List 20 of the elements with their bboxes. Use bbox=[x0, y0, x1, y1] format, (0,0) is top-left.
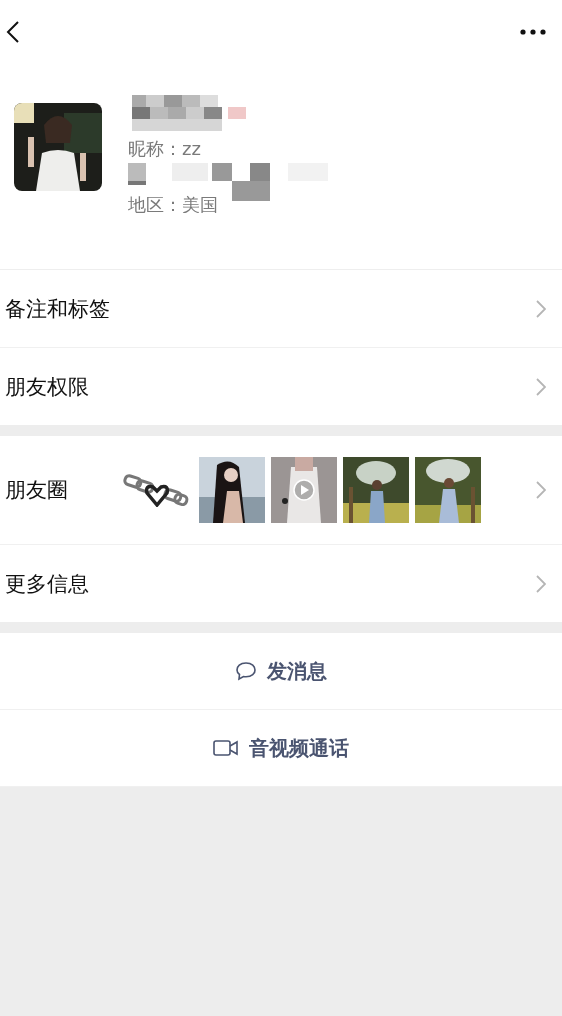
chat-bubble-icon bbox=[235, 661, 257, 681]
chevron-icon bbox=[536, 377, 546, 396]
video-call-button[interactable]: 音视频通话 bbox=[0, 710, 562, 787]
row-label: 更多信息 bbox=[5, 570, 90, 598]
video-camera-icon bbox=[213, 740, 239, 756]
row-label: 备注和标签 bbox=[5, 295, 111, 323]
row-label: 朋友权限 bbox=[5, 373, 90, 401]
list-row[interactable]: 朋友圈 bbox=[0, 436, 562, 545]
back-icon[interactable] bbox=[6, 20, 20, 44]
nickname: 昵称：zz bbox=[128, 137, 202, 161]
chevron-icon bbox=[536, 574, 546, 593]
list-row[interactable]: 备注和标签 bbox=[0, 270, 562, 348]
chevron-icon bbox=[536, 299, 546, 318]
play-icon bbox=[293, 479, 315, 501]
more-icon[interactable] bbox=[520, 29, 546, 35]
chain-heart-icon bbox=[123, 473, 189, 507]
send-message-button[interactable]: 发消息 bbox=[0, 633, 562, 710]
region-text: 地区：美国 bbox=[128, 193, 219, 213]
chevron-icon bbox=[536, 481, 546, 499]
row-label: 朋友圈 bbox=[5, 477, 69, 504]
